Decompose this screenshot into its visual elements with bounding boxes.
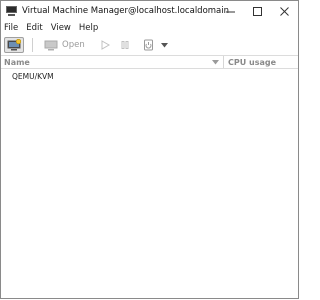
- power-icon: [144, 39, 154, 51]
- menu-edit[interactable]: Edit: [22, 23, 46, 33]
- computer-monitor-icon: [5, 5, 19, 17]
- menu-view[interactable]: View: [47, 23, 75, 33]
- toolbar: Open: [1, 35, 298, 55]
- connection-label: QEMU/KVM: [12, 71, 54, 81]
- menu-help[interactable]: Help: [75, 23, 102, 33]
- close-button[interactable]: [271, 1, 298, 21]
- run-button[interactable]: [96, 37, 114, 53]
- column-cpu-label: CPU usage: [228, 57, 277, 67]
- close-icon: [280, 6, 289, 16]
- chevron-down-icon: [161, 42, 169, 47]
- new-vm-icon: [7, 39, 21, 51]
- maximize-button[interactable]: [244, 1, 271, 21]
- play-icon: [101, 40, 110, 50]
- minimize-icon: [226, 11, 235, 12]
- list-item[interactable]: QEMU/KVM: [1, 69, 298, 83]
- column-cpu-header[interactable]: CPU usage: [224, 58, 276, 67]
- app-window: Virtual Machine Manager@localhost.locald…: [0, 0, 299, 299]
- menu-file[interactable]: File: [1, 23, 22, 33]
- pause-icon: [121, 41, 129, 49]
- new-vm-button[interactable]: [4, 37, 24, 53]
- title-bar[interactable]: Virtual Machine Manager@localhost.locald…: [1, 1, 298, 21]
- open-label: Open: [62, 40, 85, 50]
- window-controls: [217, 1, 298, 21]
- minimize-button[interactable]: [217, 1, 244, 21]
- column-name-label: Name: [4, 57, 30, 67]
- toolbar-separator: [32, 38, 33, 52]
- window-title: Virtual Machine Manager@localhost.locald…: [22, 6, 230, 16]
- connection-list: QEMU/KVM: [1, 69, 298, 83]
- open-button[interactable]: Open: [41, 37, 88, 53]
- column-header: Name CPU usage: [1, 55, 298, 69]
- column-name-header[interactable]: Name: [1, 56, 223, 68]
- shutdown-button[interactable]: [140, 37, 158, 53]
- pause-button[interactable]: [116, 37, 134, 53]
- shutdown-menu-button[interactable]: [160, 37, 170, 53]
- sort-down-icon: [212, 60, 219, 65]
- menu-bar: File Edit View Help: [1, 21, 298, 35]
- monitor-icon: [44, 40, 58, 50]
- maximize-icon: [253, 6, 262, 16]
